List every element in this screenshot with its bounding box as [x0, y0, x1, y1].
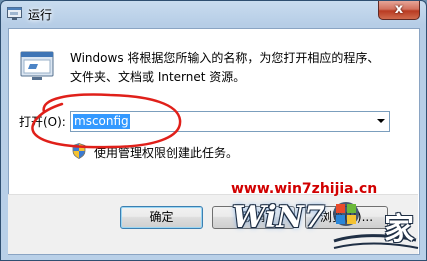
title-bar[interactable]: 运行 x: [1, 1, 426, 27]
run-program-icon: [20, 51, 54, 80]
watermark-logo-text: WiN7: [232, 200, 325, 235]
close-button[interactable]: x: [378, 1, 420, 20]
open-combobox[interactable]: msconfig: [70, 111, 390, 132]
watermark-url: www.win7zhijia.cn: [231, 181, 378, 197]
ok-button[interactable]: 确定: [120, 206, 203, 229]
uac-shield-icon: [72, 143, 86, 159]
window-title: 运行: [28, 8, 53, 22]
admin-privileges-note: 使用管理权限创建此任务。: [94, 146, 239, 160]
close-icon: x: [394, 2, 404, 17]
open-label: 打开(O):: [19, 115, 66, 129]
open-input-value[interactable]: msconfig: [73, 114, 130, 129]
run-app-icon: [7, 7, 22, 20]
dialog-description: Windows 将根据您所输入的名称，为您打开相应的程序、文件夹、文档或 Int…: [70, 51, 380, 84]
chevron-down-icon[interactable]: [377, 119, 385, 123]
watermark-logo-char: 家: [384, 212, 414, 247]
